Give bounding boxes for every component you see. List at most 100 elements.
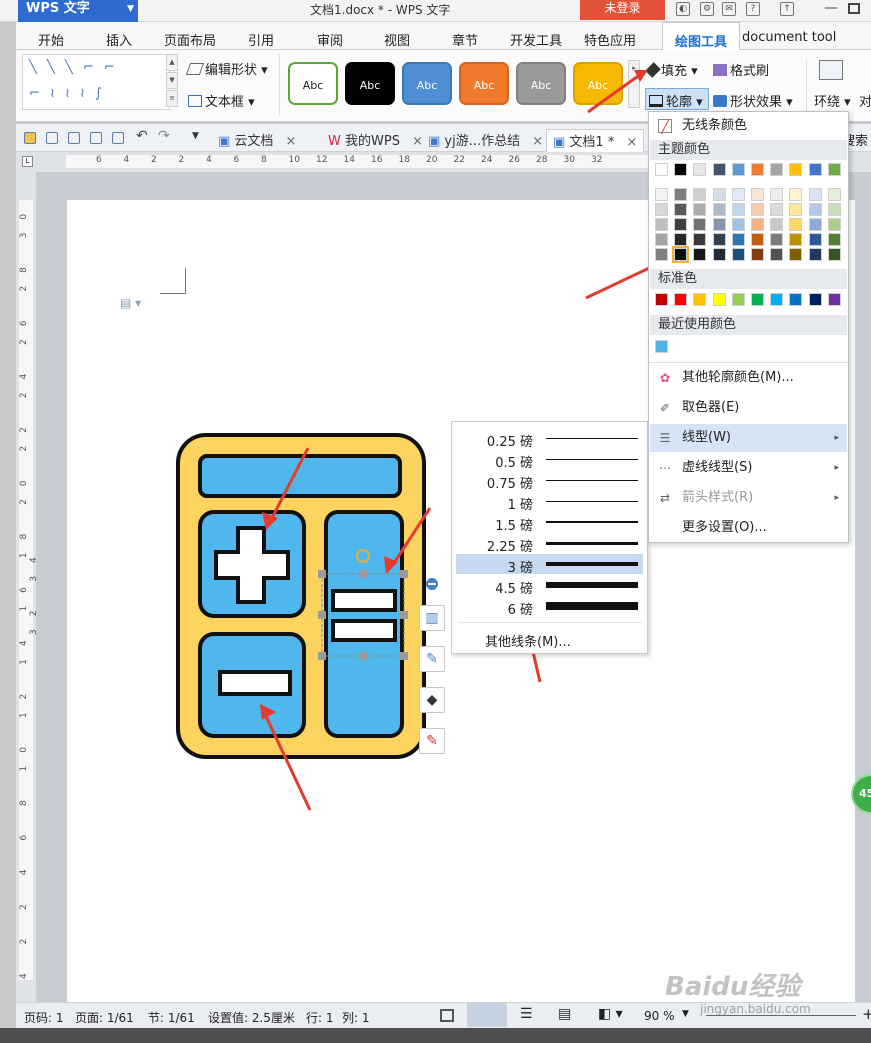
theme-color-cell[interactable] (789, 163, 803, 176)
theme-color-cell[interactable] (827, 163, 841, 176)
web-view-icon[interactable]: ▤ (558, 1006, 571, 1022)
theme-color-cell[interactable] (655, 203, 668, 216)
outline-menu-item[interactable]: ✐ 取色器(E) (650, 394, 847, 422)
theme-color-cell[interactable] (789, 188, 803, 201)
zoom-in-icon[interactable]: + (862, 1005, 871, 1023)
theme-color-cell[interactable] (731, 218, 745, 231)
recent-color-cell[interactable] (655, 340, 668, 353)
theme-color-cell[interactable] (655, 233, 668, 246)
theme-color-cell[interactable] (808, 163, 822, 176)
theme-color-cell[interactable] (674, 188, 688, 201)
theme-color-cell[interactable] (674, 163, 688, 176)
reading-view-icon[interactable]: ◧ ▾ (598, 1006, 623, 1022)
theme-color-cell[interactable] (808, 188, 822, 201)
line-weight-option[interactable]: 1.5 磅 (456, 512, 643, 534)
no-line-color-item[interactable]: ╱ 无线条颜色 (650, 112, 847, 140)
outline-menu-item[interactable]: ✿ 其他轮廓颜色(M)... (650, 364, 847, 392)
theme-color-cell[interactable] (770, 248, 784, 261)
line-weight-option[interactable]: 3 磅 (456, 554, 643, 576)
line-weight-option[interactable]: 1 磅 (456, 491, 643, 513)
theme-color-cell[interactable] (693, 248, 707, 261)
outline-menu-item[interactable]: ⋯ 虚线线型(S) ▸ (650, 454, 847, 482)
theme-color-cell[interactable] (751, 188, 764, 201)
theme-color-cell[interactable] (789, 218, 803, 231)
theme-color-cell[interactable] (827, 233, 841, 246)
fullscreen-icon[interactable] (440, 1009, 454, 1022)
zoom-dropdown-icon[interactable]: ▼ (682, 1009, 689, 1019)
outline-mini-icon[interactable]: ✎ (419, 728, 445, 754)
line-weight-option[interactable]: 2.25 磅 (456, 533, 643, 555)
theme-color-cell[interactable] (751, 218, 764, 231)
standard-color-cell[interactable] (731, 293, 745, 306)
theme-color-cell[interactable] (808, 203, 822, 216)
fill-mini-icon[interactable]: ◆ (419, 687, 445, 713)
theme-color-cell[interactable] (712, 218, 726, 231)
theme-color-cell[interactable] (751, 163, 764, 176)
standard-color-cell[interactable] (674, 293, 688, 306)
theme-color-cell[interactable] (770, 203, 784, 216)
theme-color-cell[interactable] (789, 248, 803, 261)
theme-color-cell[interactable] (751, 248, 764, 261)
theme-color-cell[interactable] (808, 248, 822, 261)
theme-color-cell[interactable] (808, 218, 822, 231)
outline-view-icon[interactable]: ☰ (520, 1006, 533, 1022)
standard-color-cell[interactable] (827, 293, 841, 306)
theme-color-cell[interactable] (731, 203, 745, 216)
theme-color-cell[interactable] (693, 203, 707, 216)
line-weight-option[interactable]: 0.75 磅 (456, 470, 643, 492)
line-weight-option[interactable]: 6 磅 (456, 596, 643, 618)
theme-color-cell[interactable] (674, 233, 688, 246)
standard-color-cell[interactable] (751, 293, 764, 306)
theme-color-cell[interactable] (712, 248, 726, 261)
standard-color-cell[interactable] (693, 293, 707, 306)
standard-color-cell[interactable] (770, 293, 784, 306)
theme-color-cell[interactable] (712, 203, 726, 216)
theme-color-cell[interactable] (751, 203, 764, 216)
theme-color-cell[interactable] (770, 233, 784, 246)
theme-color-cell[interactable] (731, 248, 745, 261)
standard-color-cell[interactable] (808, 293, 822, 306)
theme-color-cell[interactable] (731, 233, 745, 246)
theme-color-cell[interactable] (674, 218, 688, 231)
theme-color-cell[interactable] (693, 188, 707, 201)
theme-color-cell[interactable] (808, 233, 822, 246)
page-view-icon[interactable] (467, 1003, 507, 1027)
standard-color-cell[interactable] (789, 293, 803, 306)
theme-color-cell[interactable] (693, 233, 707, 246)
theme-color-cell[interactable] (712, 233, 726, 246)
layout-options-icon[interactable]: ▥ (419, 605, 445, 631)
theme-color-cell[interactable] (751, 233, 764, 246)
theme-color-cell[interactable] (693, 163, 707, 176)
theme-color-cell[interactable] (827, 218, 841, 231)
theme-color-cell[interactable] (731, 163, 745, 176)
theme-color-cell[interactable] (712, 188, 726, 201)
theme-color-cell[interactable] (827, 188, 841, 201)
standard-color-cell[interactable] (712, 293, 726, 306)
edit-shape-mini-icon[interactable]: ✎ (419, 646, 445, 672)
line-weight-option[interactable]: 4.5 磅 (456, 575, 643, 597)
more-lines-item[interactable]: 其他线条(M)... (485, 631, 571, 650)
theme-color-cell[interactable] (655, 163, 668, 176)
theme-color-cell[interactable] (674, 203, 688, 216)
theme-color-cell[interactable] (731, 188, 745, 201)
theme-color-cell[interactable] (655, 188, 668, 201)
outline-menu-item[interactable]: 更多设置(O)... (650, 514, 847, 542)
theme-color-cell[interactable] (770, 163, 784, 176)
line-weight-option[interactable]: 0.5 磅 (456, 449, 643, 471)
theme-color-cell[interactable] (789, 233, 803, 246)
calculator-drawing[interactable] (176, 433, 426, 759)
standard-color-cell[interactable] (655, 293, 668, 306)
theme-color-cell[interactable] (770, 218, 784, 231)
zoom-level[interactable]: 90 % (644, 1009, 675, 1023)
theme-color-cell[interactable] (770, 188, 784, 201)
outline-menu-item[interactable]: ☰ 线型(W) ▸ (650, 424, 847, 452)
theme-color-cell[interactable] (827, 203, 841, 216)
line-weight-option[interactable]: 0.25 磅 (456, 428, 643, 450)
theme-color-cell[interactable] (712, 163, 726, 176)
theme-color-cell[interactable] (693, 218, 707, 231)
theme-color-cell[interactable] (827, 248, 841, 261)
theme-color-cell[interactable] (655, 218, 668, 231)
theme-color-cell[interactable] (789, 203, 803, 216)
status-section: 节: 1/61 (148, 1011, 195, 1025)
theme-color-cell[interactable] (655, 248, 668, 261)
